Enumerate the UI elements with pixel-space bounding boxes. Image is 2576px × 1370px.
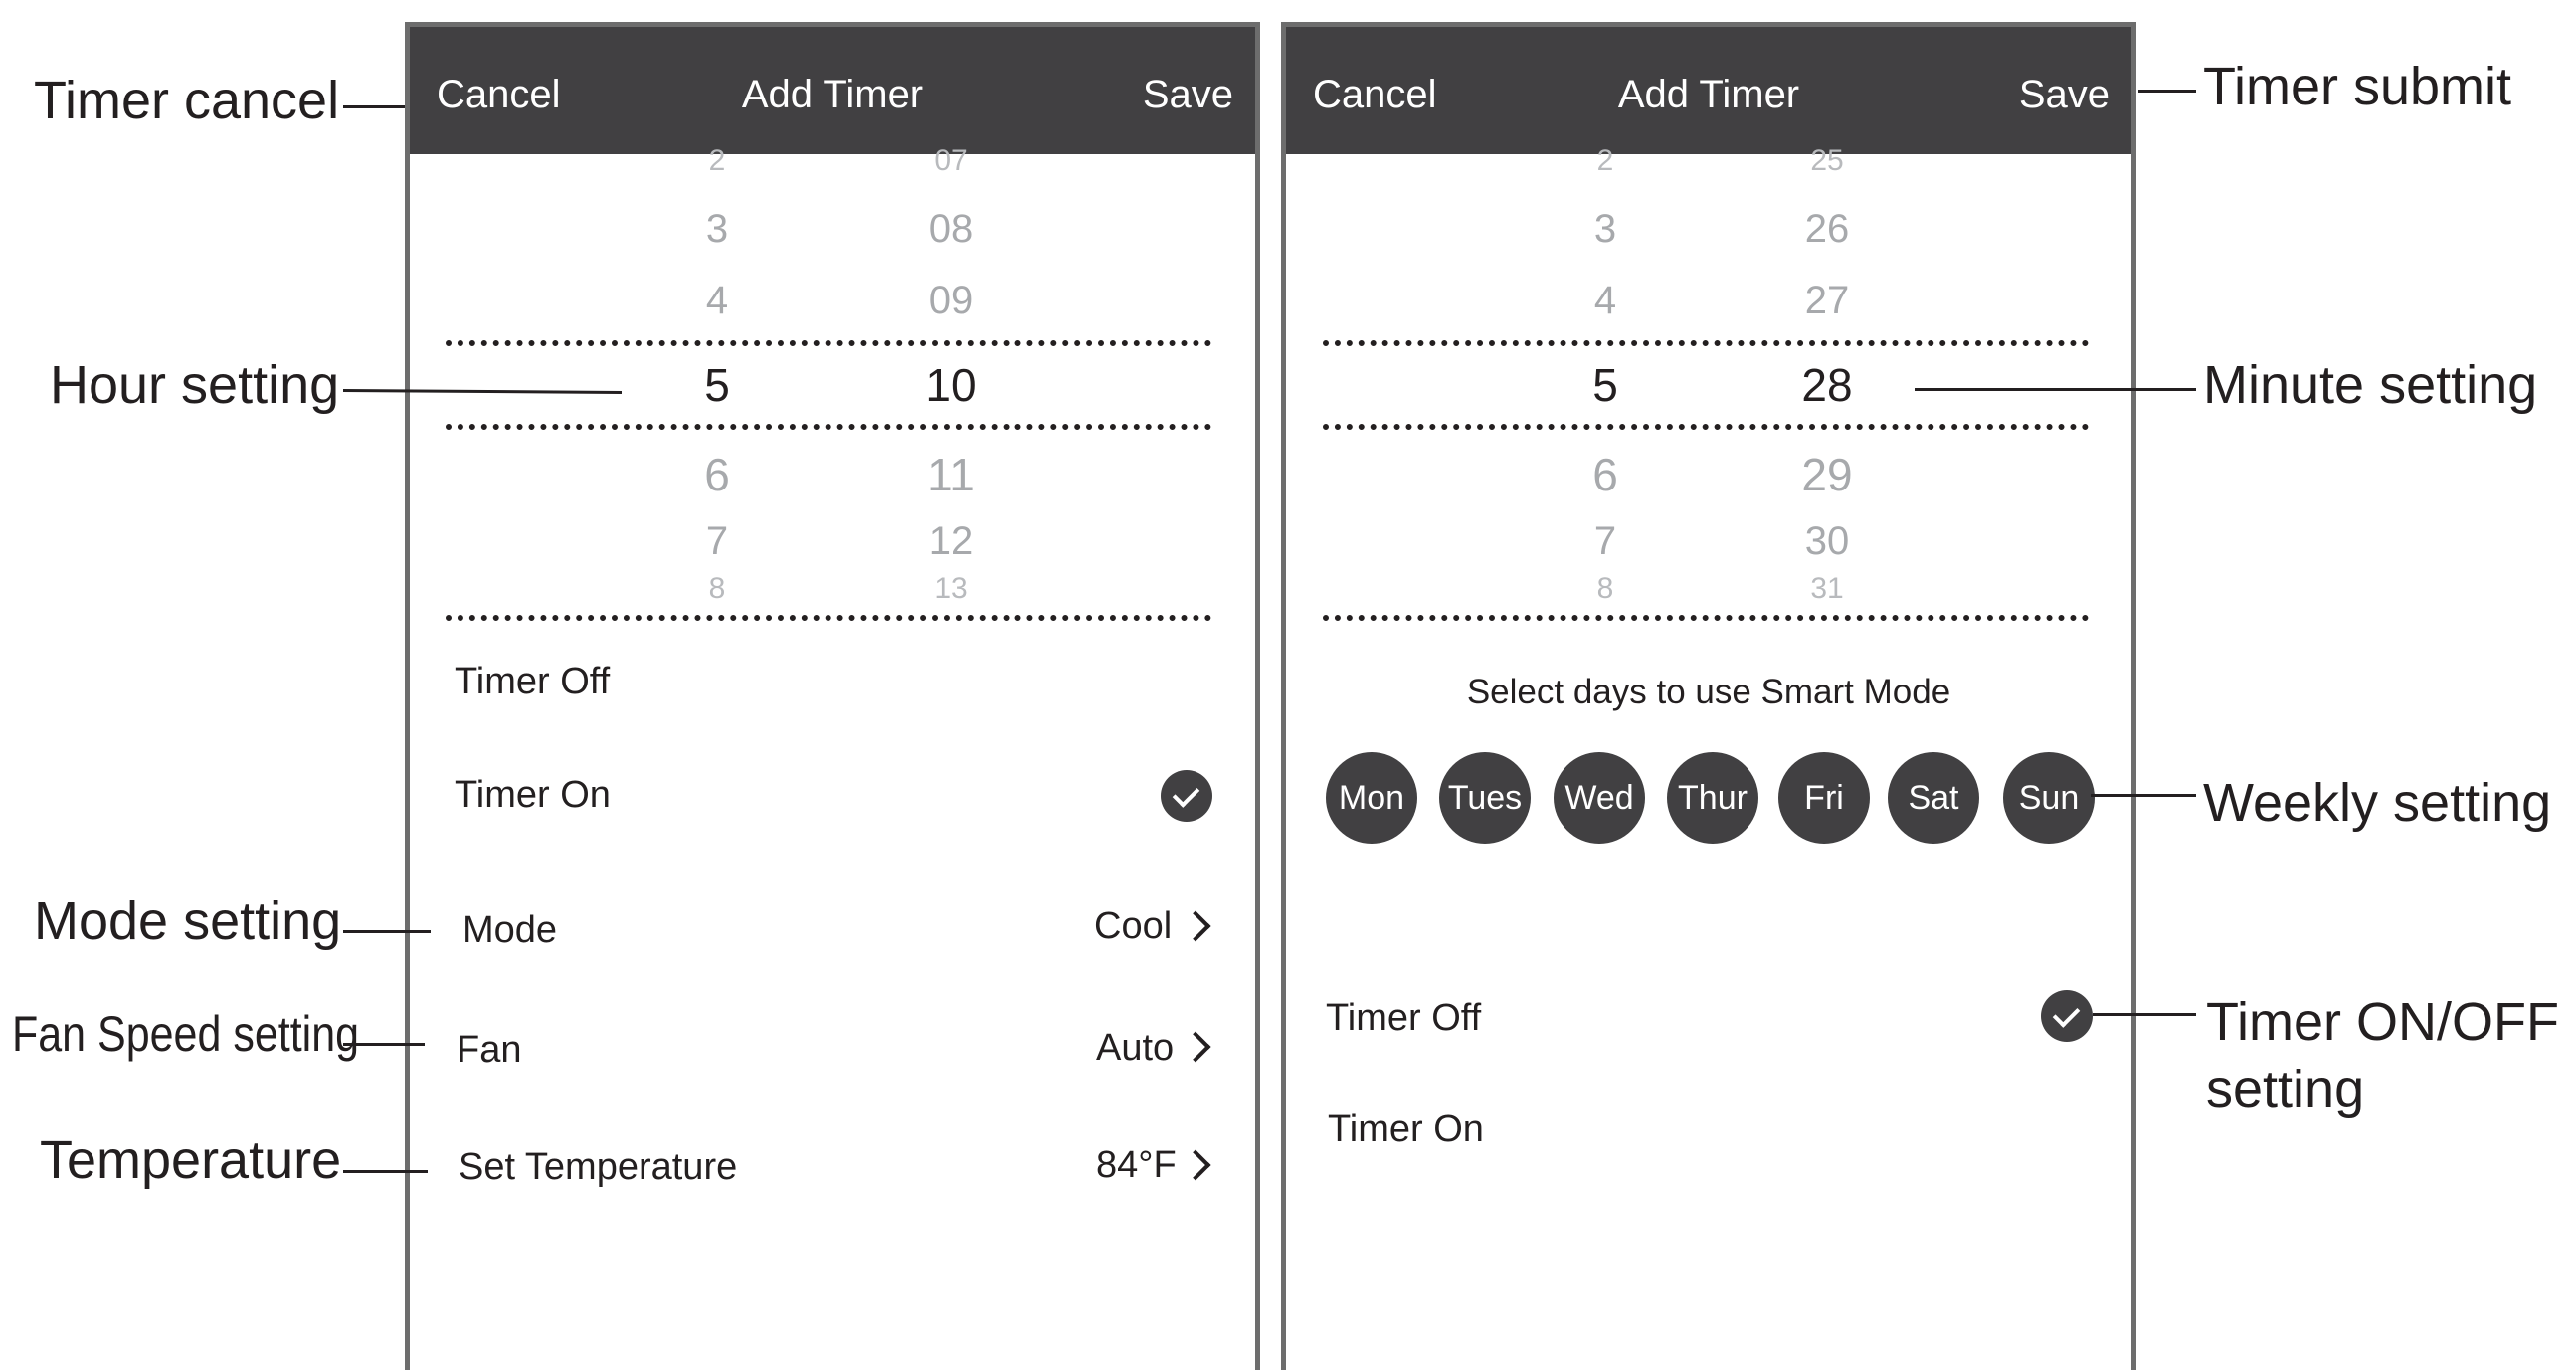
wheel-item[interactable]: 4 bbox=[657, 279, 777, 323]
day-thur-button[interactable]: Thur bbox=[1667, 752, 1758, 844]
selected-hour[interactable]: 5 bbox=[657, 358, 777, 412]
day-wed-button[interactable]: Wed bbox=[1554, 752, 1645, 844]
annotation-weekly-setting: Weekly setting bbox=[2203, 773, 2552, 833]
wheel-item[interactable]: 2 bbox=[657, 144, 777, 178]
picker-bottom-divider bbox=[446, 615, 1211, 621]
page-title: Add Timer bbox=[1617, 73, 1800, 116]
selection-divider bbox=[446, 340, 1211, 346]
leader-line bbox=[1915, 388, 2196, 391]
wheel-item[interactable]: 26 bbox=[1767, 207, 1887, 252]
wheel-item[interactable]: 7 bbox=[1546, 519, 1665, 564]
timer-on-option[interactable]: Timer On bbox=[1328, 1108, 1484, 1151]
wheel-item[interactable]: 8 bbox=[1546, 572, 1665, 600]
check-icon bbox=[1161, 770, 1212, 822]
leader-line bbox=[343, 930, 431, 933]
timer-on-option[interactable]: Timer On bbox=[455, 774, 611, 817]
fan-value: Auto bbox=[1096, 1027, 1175, 1069]
annotation-timer-onoff-line2: setting bbox=[2206, 1060, 2365, 1119]
selected-hour[interactable]: 5 bbox=[1546, 358, 1665, 412]
day-sun-button[interactable]: Sun bbox=[2003, 752, 2095, 844]
day-mon-button[interactable]: Mon bbox=[1326, 752, 1417, 844]
wheel-item[interactable]: 4 bbox=[1546, 279, 1665, 323]
day-sat-button[interactable]: Sat bbox=[1888, 752, 1979, 844]
selection-divider bbox=[446, 424, 1211, 430]
selection-divider bbox=[1323, 424, 2089, 430]
annotation-hour-setting: Hour setting bbox=[50, 355, 340, 415]
leader-line bbox=[343, 1043, 425, 1046]
picker-bottom-divider bbox=[1323, 615, 2089, 621]
leader-line bbox=[2091, 794, 2196, 797]
mode-value: Cool bbox=[1094, 905, 1173, 947]
wheel-item[interactable]: 6 bbox=[657, 448, 777, 501]
mode-label: Mode bbox=[462, 909, 558, 951]
wheel-item[interactable]: 7 bbox=[657, 519, 777, 564]
leader-line bbox=[343, 105, 405, 108]
page-title: Add Timer bbox=[741, 73, 924, 116]
fan-label: Fan bbox=[457, 1029, 522, 1071]
wheel-item[interactable]: 13 bbox=[891, 572, 1011, 600]
annotation-mode-setting: Mode setting bbox=[34, 891, 342, 951]
wheel-item[interactable]: 09 bbox=[891, 279, 1011, 323]
day-fri-button[interactable]: Fri bbox=[1778, 752, 1870, 844]
temperature-label: Set Temperature bbox=[459, 1146, 738, 1188]
app-header: Cancel Add Timer Save bbox=[1286, 27, 2131, 154]
annotation-fan-speed-setting: Fan Speed setting bbox=[12, 1006, 360, 1062]
save-button[interactable]: Save bbox=[1143, 71, 1233, 118]
wheel-item[interactable]: 29 bbox=[1767, 448, 1887, 501]
wheel-item[interactable]: 07 bbox=[891, 144, 1011, 178]
wheel-item[interactable]: 8 bbox=[657, 572, 777, 600]
wheel-item[interactable]: 6 bbox=[1546, 448, 1665, 501]
wheel-item[interactable]: 3 bbox=[1546, 207, 1665, 252]
temperature-value: 84°F bbox=[1096, 1144, 1177, 1186]
day-tues-button[interactable]: Tues bbox=[1439, 752, 1531, 844]
save-button[interactable]: Save bbox=[2019, 71, 2110, 118]
annotation-minute-setting: Minute setting bbox=[2203, 355, 2538, 415]
leader-line bbox=[2093, 1013, 2196, 1016]
wheel-item[interactable]: 30 bbox=[1767, 519, 1887, 564]
days-prompt: Select days to use Smart Mode bbox=[1466, 673, 1951, 711]
annotation-timer-cancel: Timer cancel bbox=[34, 71, 340, 130]
timer-off-option[interactable]: Timer Off bbox=[455, 661, 610, 703]
annotation-temperature: Temperature bbox=[40, 1130, 342, 1190]
wheel-item[interactable]: 3 bbox=[657, 207, 777, 252]
leader-line bbox=[2138, 90, 2196, 93]
wheel-item[interactable]: 08 bbox=[891, 207, 1011, 252]
app-header: Cancel Add Timer Save bbox=[410, 27, 1255, 154]
wheel-item[interactable]: 25 bbox=[1767, 144, 1887, 178]
check-icon bbox=[2041, 990, 2093, 1042]
leader-line bbox=[343, 1170, 428, 1173]
annotation-timer-onoff: Timer ON/OFF bbox=[2206, 992, 2559, 1052]
wheel-item[interactable]: 11 bbox=[891, 448, 1011, 501]
selection-divider bbox=[1323, 340, 2089, 346]
selected-minute[interactable]: 10 bbox=[891, 358, 1011, 412]
wheel-item[interactable]: 12 bbox=[891, 519, 1011, 564]
wheel-item[interactable]: 2 bbox=[1546, 144, 1665, 178]
annotation-timer-submit: Timer submit bbox=[2203, 57, 2512, 116]
wheel-item[interactable]: 31 bbox=[1767, 572, 1887, 600]
wheel-item[interactable]: 27 bbox=[1767, 279, 1887, 323]
selected-minute[interactable]: 28 bbox=[1767, 358, 1887, 412]
timer-off-option[interactable]: Timer Off bbox=[1326, 997, 1481, 1040]
